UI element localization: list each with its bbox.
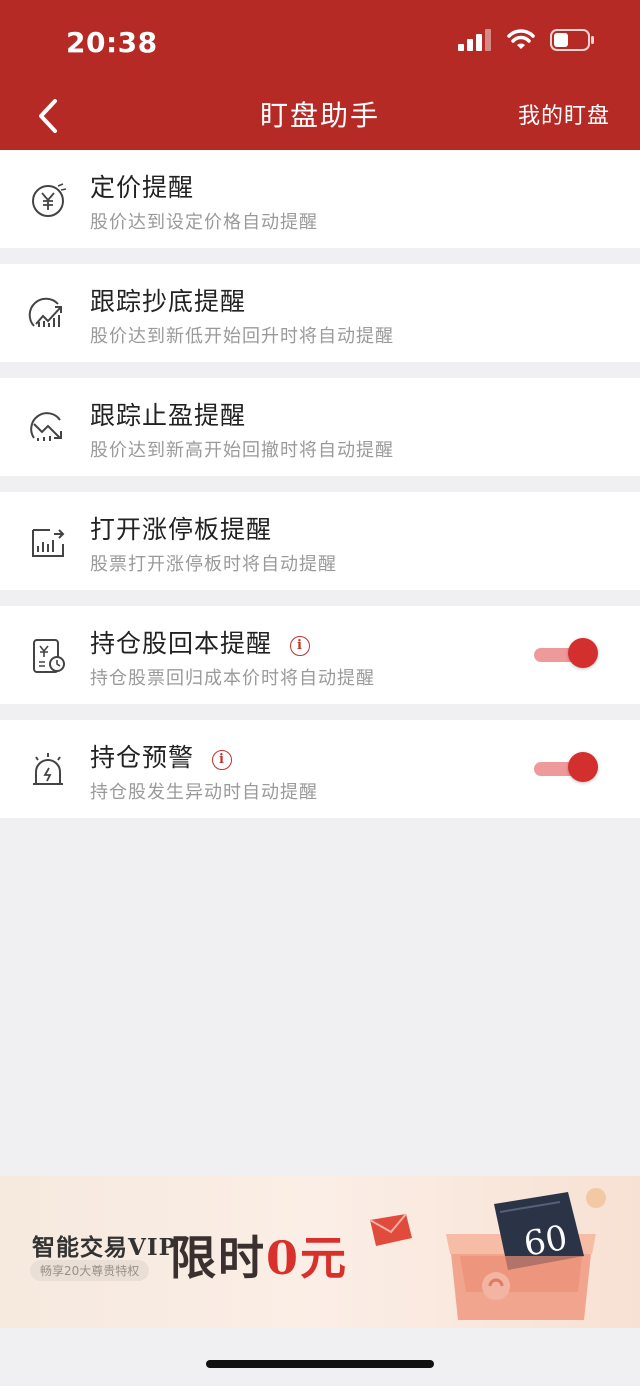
holding-cost-icon [33, 639, 65, 673]
status-icons [458, 28, 596, 52]
toggle-knob [568, 638, 598, 668]
vip-promo-banner[interactable]: 智能交易VIP 畅享20大尊贵特权 限时0元 60 [0, 1176, 640, 1328]
home-indicator[interactable] [206, 1360, 434, 1368]
status-bar: 20:38 [0, 0, 640, 84]
item-title: 跟踪止盈提醒 [90, 401, 247, 430]
status-time: 20:38 [66, 26, 158, 59]
battery-icon [550, 29, 594, 51]
item-desc: 股价达到新低开始回升时将自动提醒 [90, 326, 394, 347]
list-item-holding-warning[interactable]: 持仓预警 i 持仓股发生异动时自动提醒 [0, 720, 640, 818]
info-icon[interactable]: i [212, 749, 233, 770]
banner-headline-red: 0元 [266, 1231, 349, 1285]
item-title-text: 持仓预警 [90, 743, 195, 772]
gift-box-coupon-icon: 60 [446, 1188, 606, 1320]
signal-icon [458, 29, 491, 51]
list-item-limit-up-open[interactable]: 打开涨停板提醒 股票打开涨停板时将自动提醒 [0, 492, 640, 590]
chart-rise-icon [28, 297, 62, 327]
item-desc: 持仓股发生异动时自动提醒 [90, 782, 318, 803]
item-title: 定价提醒 [90, 173, 195, 202]
banner-vip-text: 智能交易VIP [32, 1234, 177, 1261]
list-item-back-to-cost[interactable]: 持仓股回本提醒 i 持仓股票回归成本价时将自动提醒 [0, 606, 640, 704]
holding-warning-toggle[interactable] [534, 752, 598, 782]
item-desc: 股价达到设定价格自动提醒 [90, 212, 318, 233]
header-bar: 20:38 盯盘助手 我的盯盘 [0, 0, 640, 150]
banner-headline: 限时0元 [170, 1222, 348, 1288]
list-item-price-alert[interactable]: 定价提醒 股价达到设定价格自动提醒 [0, 150, 640, 248]
item-title: 跟踪抄底提醒 [90, 287, 247, 316]
list-item-bottom-track[interactable]: 跟踪抄底提醒 股价达到新低开始回升时将自动提醒 [0, 264, 640, 362]
yen-price-icon [32, 183, 67, 217]
red-envelope-icon [369, 1213, 412, 1246]
list-item-take-profit[interactable]: 跟踪止盈提醒 股价达到新高开始回撤时将自动提醒 [0, 378, 640, 476]
item-title: 持仓预警 i [90, 738, 233, 774]
item-title: 打开涨停板提醒 [90, 515, 273, 544]
alarm-bell-icon [33, 753, 63, 785]
chart-fall-icon [30, 412, 62, 441]
item-title-text: 持仓股回本提醒 [90, 629, 273, 658]
my-watch-link[interactable]: 我的盯盘 [518, 98, 610, 130]
item-desc: 股票打开涨停板时将自动提醒 [90, 554, 337, 575]
alert-list: 定价提醒 股价达到设定价格自动提醒 跟踪抄底提醒 股价达到新低开始回升时将自动提… [0, 150, 640, 834]
item-title: 持仓股回本提醒 i [90, 624, 311, 660]
item-desc: 持仓股票回归成本价时将自动提醒 [90, 668, 375, 689]
back-to-cost-toggle[interactable] [534, 638, 598, 668]
wifi-icon [507, 29, 535, 49]
nav-bar: 盯盘助手 我的盯盘 [0, 84, 640, 150]
item-desc: 股价达到新高开始回撤时将自动提醒 [90, 440, 394, 461]
banner-sub-text: 畅享20大尊贵特权 [30, 1260, 150, 1281]
toggle-knob [568, 752, 598, 782]
limit-up-board-icon [32, 529, 65, 557]
info-icon[interactable]: i [290, 635, 311, 656]
banner-headline-dark: 限时 [170, 1231, 266, 1285]
